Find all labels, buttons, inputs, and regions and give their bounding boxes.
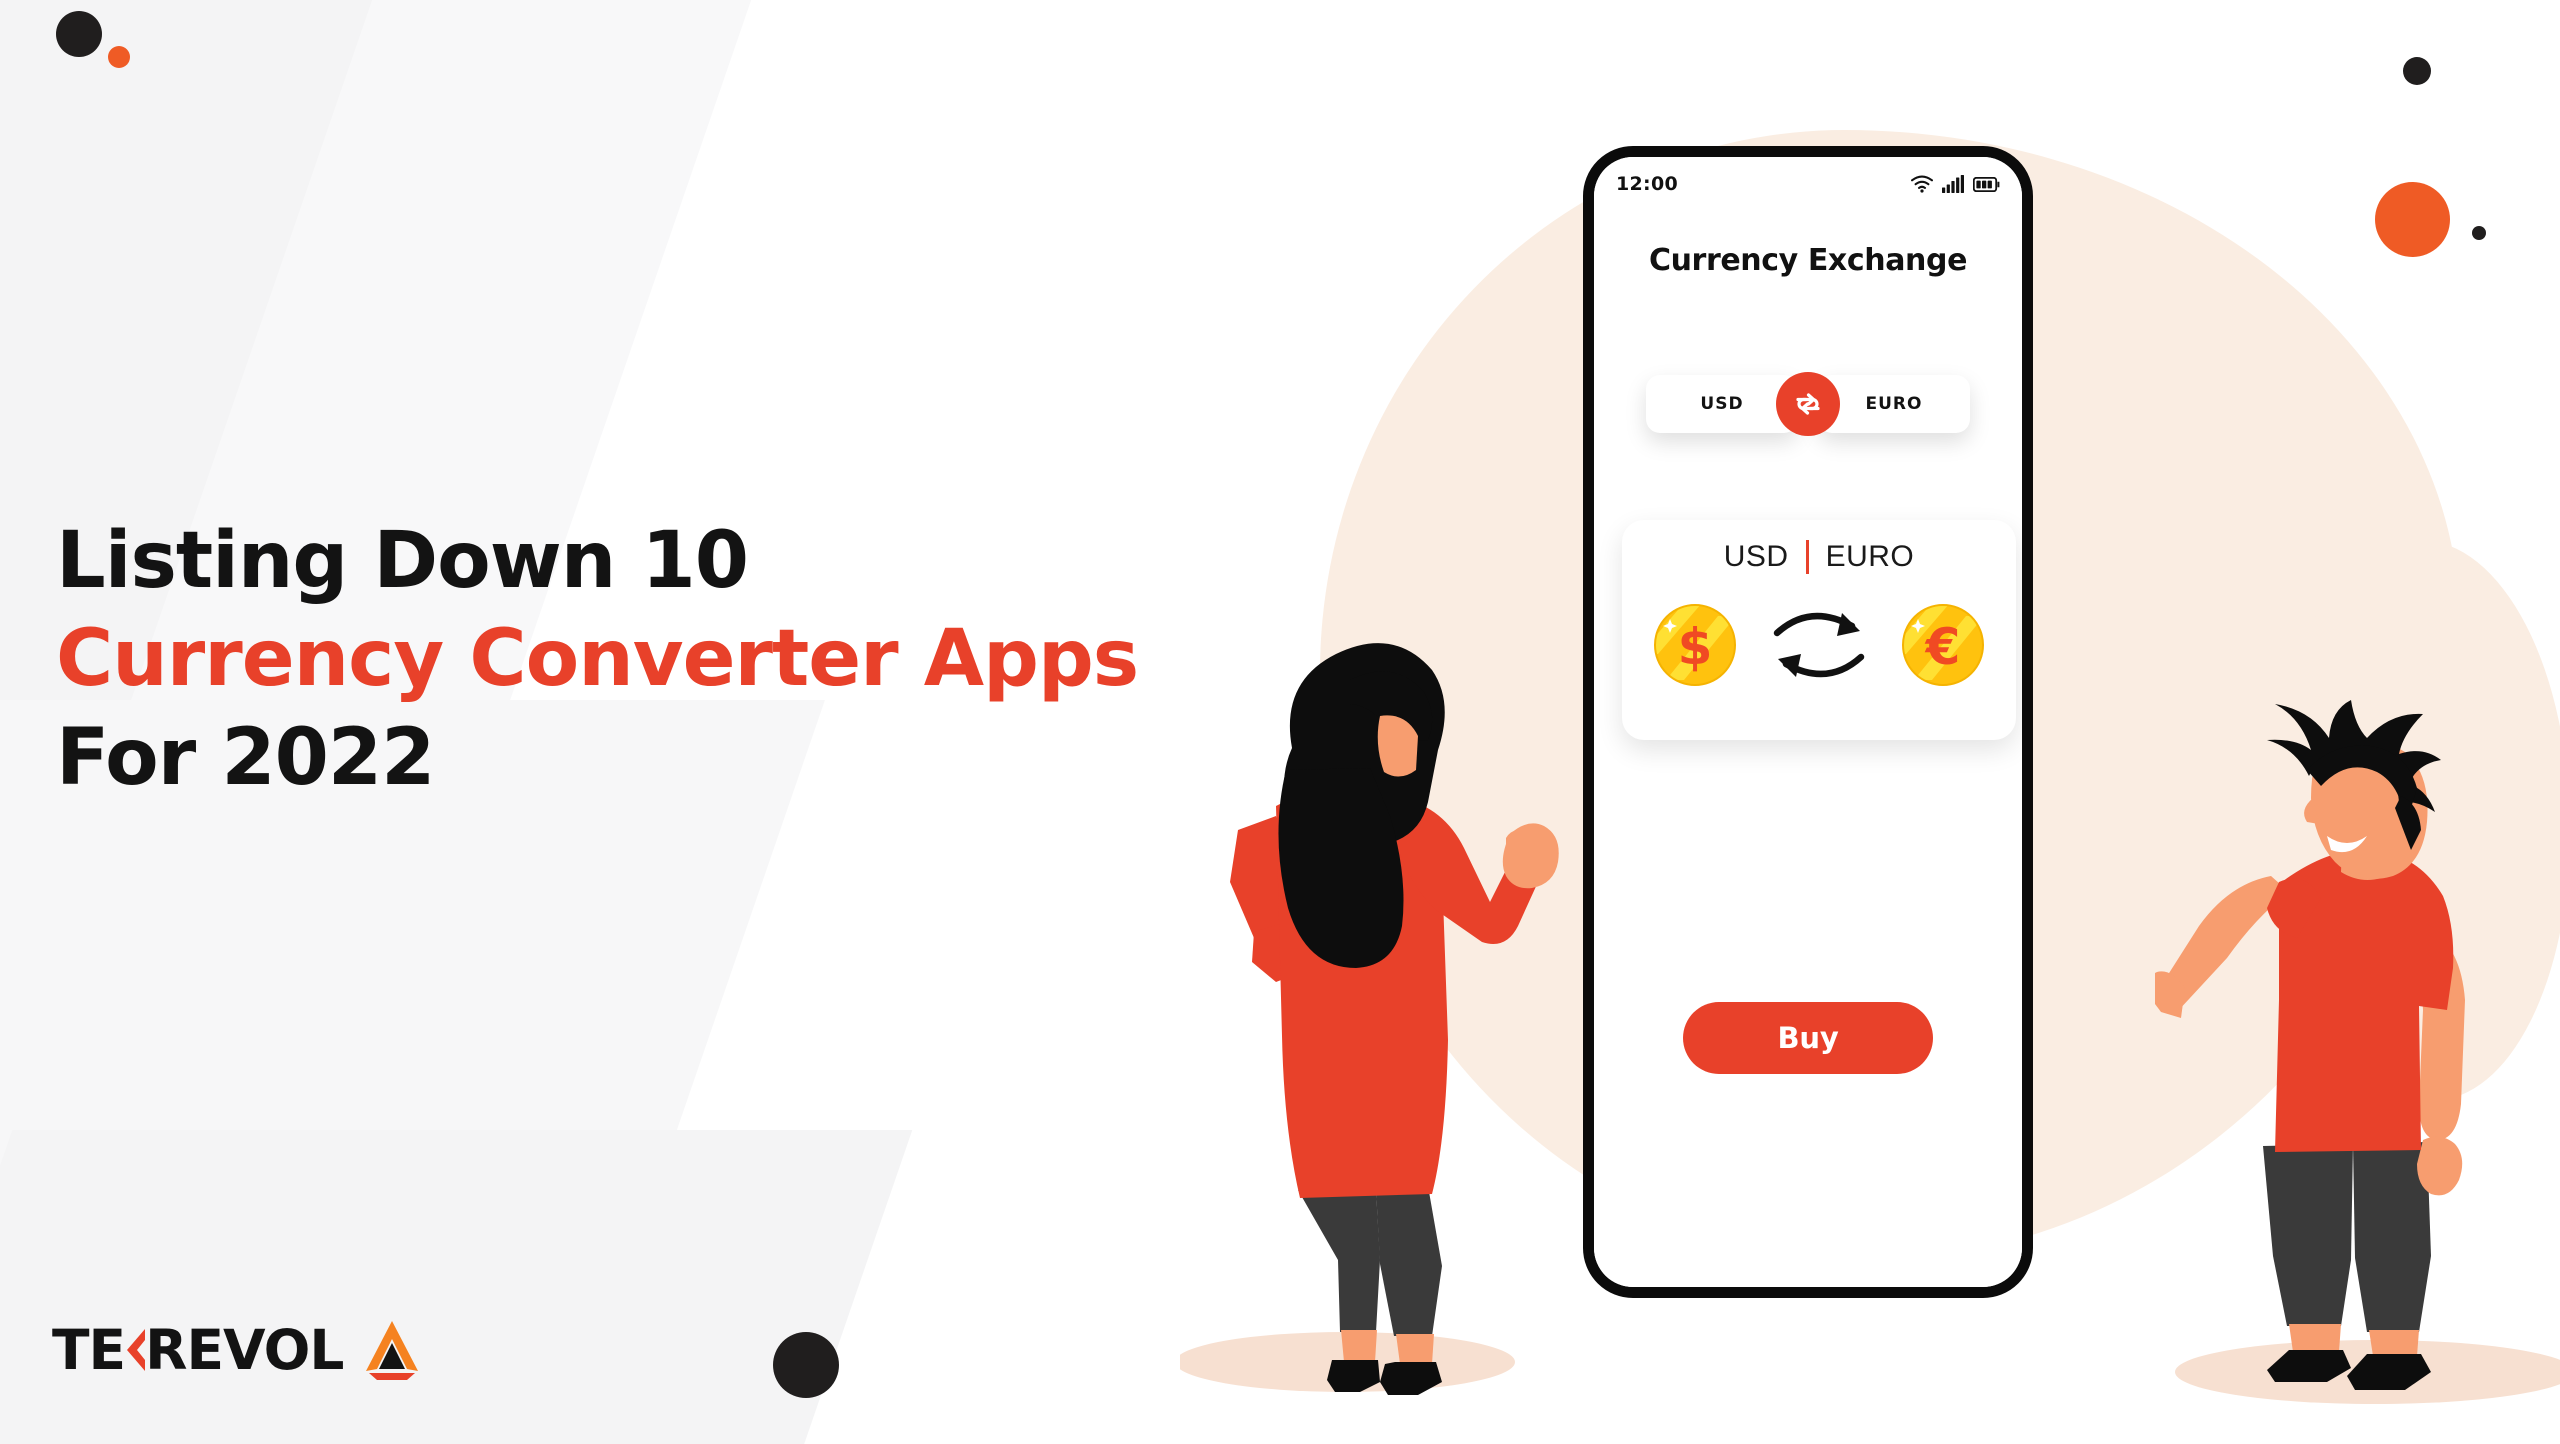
headline-block: Listing Down 10 Currency Converter Apps … <box>56 512 1356 807</box>
top-right-small-black-dot <box>2472 226 2486 240</box>
card-currency-pair: USD EURO <box>1622 540 2016 574</box>
man-character <box>2155 700 2560 1444</box>
swap-currency-button[interactable] <box>1776 372 1840 436</box>
card-from-currency: USD <box>1723 540 1789 573</box>
top-right-black-dot <box>2403 57 2431 85</box>
signal-bars-icon <box>1942 175 1964 193</box>
coin-exchange-row: $ € <box>1622 602 2016 688</box>
headline-line-1: Listing Down 10 <box>56 516 749 606</box>
man-illustration <box>2155 700 2560 1404</box>
woman-illustration <box>1180 643 1559 1395</box>
logo-wordmark: TE REVOL <box>52 1318 344 1382</box>
bidirectional-exchange-arrows-icon <box>1773 612 1865 678</box>
euro-coin-icon: € <box>1902 604 1984 686</box>
bottom-black-dot <box>773 1332 839 1398</box>
page-title: Currency Exchange <box>1648 243 1968 278</box>
card-to-currency: EURO <box>1825 540 1915 573</box>
top-left-orange-dot <box>108 46 130 68</box>
woman-character <box>1180 620 1580 1444</box>
banner-canvas: Listing Down 10 Currency Converter Apps … <box>0 0 2560 1444</box>
status-time: 12:00 <box>1616 173 1678 195</box>
card-divider <box>1805 540 1809 574</box>
diagonal-shape-d <box>0 1130 913 1444</box>
buy-button[interactable]: Buy <box>1683 1002 1933 1074</box>
phone-screen: 12:00 Currency Exchange USD EURO USD EUR… <box>1594 157 2022 1287</box>
headline-line-3: For 2022 <box>56 712 435 803</box>
svg-text:$: $ <box>1678 618 1713 676</box>
dollar-coin-icon: $ <box>1654 604 1736 686</box>
phone-mockup: 12:00 Currency Exchange USD EURO USD EUR… <box>1583 146 2033 1298</box>
tekrevol-logo[interactable]: TE REVOL <box>52 1318 427 1382</box>
currency-to-pill[interactable]: EURO <box>1818 375 1970 433</box>
top-right-orange-circle <box>2375 182 2450 257</box>
conversion-card: USD EURO $ € <box>1622 520 2016 740</box>
logo-text-after: REVOL <box>145 1318 344 1382</box>
battery-icon <box>1973 176 2000 192</box>
top-left-black-dot <box>56 11 102 57</box>
status-icons <box>1911 175 2000 193</box>
currency-selector-row: USD EURO <box>1594 372 2022 436</box>
svg-text:€: € <box>1925 618 1961 676</box>
headline-line-2: Currency Converter Apps <box>56 614 1139 705</box>
swap-exchange-icon <box>1796 393 1820 415</box>
chevron-left-icon <box>121 1327 147 1373</box>
wifi-icon <box>1911 175 1933 193</box>
status-bar: 12:00 <box>1594 173 2022 195</box>
logo-text-before: TE <box>52 1318 126 1382</box>
triangle-arrow-logomark <box>366 1321 419 1380</box>
